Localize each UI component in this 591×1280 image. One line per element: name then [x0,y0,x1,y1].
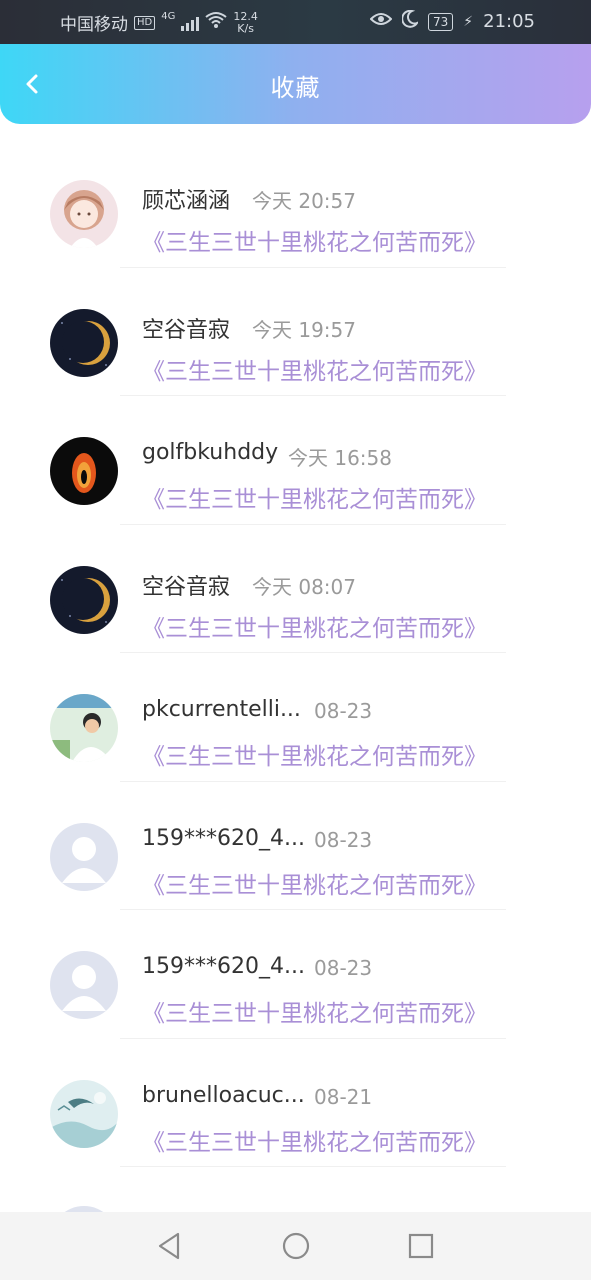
avatar[interactable] [50,437,118,505]
default-avatar-icon [50,822,118,891]
carrier-label: 中国移动 [60,15,128,35]
novel-title[interactable]: 《三生三世十里桃花之何苦而死》 [142,1123,487,1157]
network-type-label: 4G [161,11,176,22]
status-left: 中国移动 HD 4G 12.4 K/s [60,10,258,35]
moon-icon [401,9,420,33]
page-title: 收藏 [270,74,321,102]
novel-title[interactable]: 《三生三世十里桃花之何苦而死》 [142,480,487,514]
signal-icon [181,15,200,31]
list-item[interactable]: golfbkuhddy 今天 16:58 《三生三世十里桃花之何苦而死》 [0,395,591,525]
status-bar: 中国移动 HD 4G 12.4 K/s 73 ⚡ 21:05 [0,0,591,44]
list-item[interactable]: pkcurrentelli... 08-23 《三生三世十里桃花之何苦而死》 [0,652,591,782]
collect-time: 今天 20:57 [252,189,356,213]
status-right: 73 ⚡ 21:05 [369,9,535,33]
avatar[interactable] [50,694,118,762]
collect-time: 08-23 [314,699,373,723]
avatar[interactable] [50,308,118,377]
default-avatar-icon [50,951,118,1019]
user-name: 159***620_4... [142,825,305,851]
user-name: 159***620_4... [142,954,305,979]
charging-icon: ⚡ [463,13,474,30]
list-item[interactable]: 顾芯涵涵 今天 20:57 《三生三世十里桃花之何苦而死》 [0,138,591,268]
collect-time: 08-23 [314,956,373,980]
list-item[interactable]: 空谷音寂 今天 08:07 《三生三世十里桃花之何苦而死》 [0,524,591,653]
net-speed-unit: K/s [237,21,254,35]
eye-icon [369,11,393,32]
avatar[interactable] [50,180,118,248]
battery-icon: 73 [428,12,454,31]
back-triangle-icon[interactable] [154,1230,186,1262]
home-circle-icon[interactable] [280,1230,312,1262]
novel-title[interactable]: 《三生三世十里桃花之何苦而死》 [142,352,487,386]
list-item[interactable]: 空谷音寂 今天 19:57 《三生三世十里桃花之何苦而死》 [0,267,591,396]
wifi-icon [205,11,227,34]
avatar[interactable] [50,822,118,891]
collect-time: 今天 19:57 [252,317,356,342]
avatar[interactable] [50,951,118,1019]
battery-level: 73 [433,14,449,29]
user-name: brunelloacuc... [142,1082,305,1108]
header-bar: 收藏 [0,44,591,124]
net-speed: 12.4 K/s [233,10,258,35]
user-name: 顾芯涵涵 [142,189,231,214]
collect-time: 08-21 [314,1084,373,1109]
novel-title[interactable]: 《三生三世十里桃花之何苦而死》 [142,223,487,257]
collect-time: 今天 08:07 [252,574,356,599]
user-name: pkcurrentelli... [142,697,301,722]
collect-time: 今天 16:58 [288,446,392,470]
list-item[interactable]: brunelloacuc... 08-21 《三生三世十里桃花之何苦而死》 [0,1038,591,1167]
favorites-list: 顾芯涵涵 今天 20:57 《三生三世十里桃花之何苦而死》 空谷音寂 今天 19… [0,138,591,1274]
system-nav-bar [0,1212,591,1280]
avatar[interactable] [50,1079,118,1148]
user-name: golfbkuhddy [142,440,279,465]
clock: 21:05 [483,11,535,32]
novel-title[interactable]: 《三生三世十里桃花之何苦而死》 [142,737,487,771]
list-item[interactable]: 159***620_4... 08-23 《三生三世十里桃花之何苦而死》 [0,781,591,910]
avatar[interactable] [50,565,118,634]
novel-title[interactable]: 《三生三世十里桃花之何苦而死》 [142,866,487,900]
novel-title[interactable]: 《三生三世十里桃花之何苦而死》 [142,609,487,643]
list-item[interactable]: 159***620_4... 08-23 《三生三世十里桃花之何苦而死》 [0,909,591,1039]
novel-title[interactable]: 《三生三世十里桃花之何苦而死》 [142,994,487,1028]
collect-time: 08-23 [314,827,373,852]
hd-badge: HD [134,15,156,30]
user-name: 空谷音寂 [142,317,231,343]
recents-square-icon[interactable] [405,1230,437,1262]
user-name: 空谷音寂 [142,574,231,600]
